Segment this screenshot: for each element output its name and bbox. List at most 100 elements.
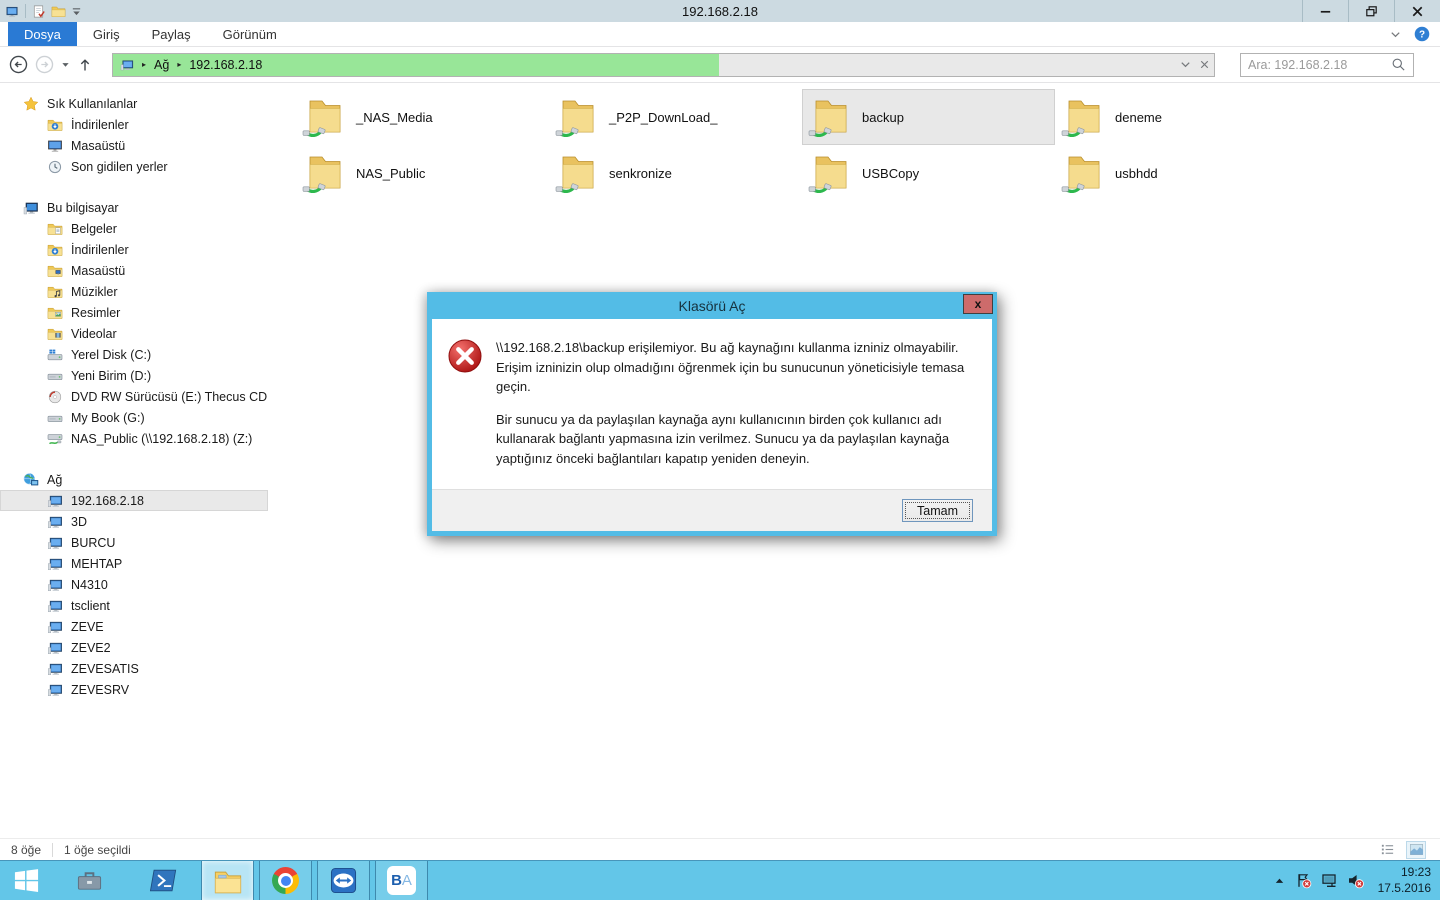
sidebar-item-burcu[interactable]: BURCU xyxy=(0,532,268,553)
ribbon-tabs: DosyaGirişPaylaşGörünüm ? xyxy=(0,22,1440,47)
sidebar-item-my-book-g[interactable]: My Book (G:) xyxy=(0,407,268,428)
expand-ribbon-icon[interactable] xyxy=(1389,28,1402,41)
thumbnails-view-button[interactable] xyxy=(1406,841,1426,859)
sidebar-item-bu-bilgisayar[interactable]: Bu bilgisayar xyxy=(0,197,268,218)
sidebar-item-zevesrv[interactable]: ZEVESRV xyxy=(0,679,268,700)
breadcrumb-item[interactable]: Ağ xyxy=(154,58,169,72)
up-button[interactable] xyxy=(77,57,93,73)
sidebar-item-resimler[interactable]: Resimler xyxy=(0,302,268,323)
sidebar-item-label: BURCU xyxy=(71,536,115,550)
sidebar-item-zevesatis[interactable]: ZEVESATIS xyxy=(0,658,268,679)
properties-icon[interactable] xyxy=(31,4,46,19)
help-icon[interactable]: ? xyxy=(1414,26,1430,42)
dialog-close-button[interactable]: x xyxy=(963,294,993,314)
ba-app-button[interactable]: BA xyxy=(375,861,428,900)
sidebar-item-nas-public-192-168-2-18-z[interactable]: NAS_Public (\\192.168.2.18) (Z:) xyxy=(0,428,268,449)
sidebar-item-son-gidilen-yerler[interactable]: Son gidilen yerler xyxy=(0,156,268,177)
search-input[interactable]: Ara: 192.168.2.18 xyxy=(1240,53,1414,77)
folder-tile-senkronize[interactable]: senkronize xyxy=(549,145,802,201)
customize-toolbar-icon[interactable] xyxy=(71,6,82,17)
network-status-icon[interactable] xyxy=(1321,872,1338,889)
folder-tile-nas-media[interactable]: _NAS_Media xyxy=(296,89,549,145)
close-button[interactable] xyxy=(1394,0,1440,22)
new-folder-icon[interactable] xyxy=(51,4,66,19)
sidebar-item-label: Masaüstü xyxy=(71,264,125,278)
desktop-folder-icon xyxy=(47,263,63,279)
breadcrumb-item[interactable]: 192.168.2.18 xyxy=(189,58,262,72)
explorer-app-icon xyxy=(5,4,20,19)
folder-tile-backup[interactable]: backup xyxy=(802,89,1055,145)
teamviewer-button[interactable] xyxy=(317,861,370,900)
sidebar-item-label: My Book (G:) xyxy=(71,411,145,425)
sidebar-item-tsclient[interactable]: tsclient xyxy=(0,595,268,616)
chrome-icon xyxy=(272,867,299,894)
sidebar-item-i-ndirilenler[interactable]: İndirilenler xyxy=(0,239,268,260)
search-icon[interactable] xyxy=(1391,57,1406,72)
tab-payla[interactable]: Paylaş xyxy=(136,22,207,46)
tab-dosya[interactable]: Dosya xyxy=(8,22,77,46)
forward-button xyxy=(35,55,54,74)
sidebar-item-dvd-rw-s-r-c-s-e-thecus-cd[interactable]: DVD RW Sürücüsü (E:) Thecus CD xyxy=(0,386,268,407)
chrome-button[interactable] xyxy=(259,861,312,900)
expand-ribbon-icon xyxy=(1389,28,1402,41)
recent-locations-dropdown-icon[interactable] xyxy=(61,60,70,69)
sidebar-item-n4310[interactable]: N4310 xyxy=(0,574,268,595)
start-button[interactable] xyxy=(3,861,49,900)
sidebar-item-3d[interactable]: 3D xyxy=(0,511,268,532)
sidebar-item-zeve2[interactable]: ZEVE2 xyxy=(0,637,268,658)
folder-tile-usbhdd[interactable]: usbhdd xyxy=(1055,145,1308,201)
sidebar-item-s-k-kullan-lanlar[interactable]: Sık Kullanılanlar xyxy=(0,93,268,114)
volume-muted-icon[interactable] xyxy=(1347,872,1364,889)
sidebar-item-label: Yerel Disk (C:) xyxy=(71,348,151,362)
tab-giri[interactable]: Giriş xyxy=(77,22,136,46)
network-status-icon xyxy=(1321,872,1338,889)
shared-folder-icon xyxy=(808,95,852,139)
restore-button[interactable] xyxy=(1348,0,1394,22)
tab-g-r-n-m[interactable]: Görünüm xyxy=(207,22,293,46)
error-dialog: Klasörü Aç x \\192.168.2.18\backup erişi… xyxy=(427,292,997,536)
desktop-monitor-icon xyxy=(47,138,63,154)
sidebar-item-label: ZEVE2 xyxy=(71,641,111,655)
folder-tile-deneme[interactable]: deneme xyxy=(1055,89,1308,145)
ok-button[interactable]: Tamam xyxy=(902,499,973,522)
breadcrumb-separator-icon: ▸ xyxy=(139,60,149,69)
minimize-button[interactable] xyxy=(1302,0,1348,22)
system-tray: 19:23 17.5.2016 xyxy=(1273,861,1440,900)
quick-access-toolbar xyxy=(0,0,82,22)
action-center-flag-icon[interactable] xyxy=(1295,872,1312,889)
sidebar-item-zeve[interactable]: ZEVE xyxy=(0,616,268,637)
folder-tile-nas-public[interactable]: NAS_Public xyxy=(296,145,549,201)
sidebar-item-192-168-2-18[interactable]: 192.168.2.18 xyxy=(0,490,268,511)
details-view-button[interactable] xyxy=(1377,841,1397,859)
forward-icon xyxy=(35,55,54,74)
stop-refresh-icon[interactable] xyxy=(1198,58,1211,71)
this-pc-icon xyxy=(23,200,39,216)
sidebar-item-label: N4310 xyxy=(71,578,108,592)
folder-name: backup xyxy=(862,110,904,125)
sidebar-item-i-ndirilenler[interactable]: İndirilenler xyxy=(0,114,268,135)
sidebar-item-label: İndirilenler xyxy=(71,243,129,257)
taskbar: BA 19:23 17.5.2016 xyxy=(0,860,1440,900)
stop-refresh-icon xyxy=(1198,58,1211,71)
sidebar-item-yerel-disk-c[interactable]: Yerel Disk (C:) xyxy=(0,344,268,365)
server-manager-button[interactable] xyxy=(66,861,112,900)
address-dropdown-icon[interactable] xyxy=(1179,58,1192,71)
help-icon: ? xyxy=(1414,26,1430,42)
sidebar-item-belgeler[interactable]: Belgeler xyxy=(0,218,268,239)
sidebar-item-videolar[interactable]: Videolar xyxy=(0,323,268,344)
sidebar-item-mehtap[interactable]: MEHTAP xyxy=(0,553,268,574)
sidebar-item-a[interactable]: Ağ xyxy=(0,469,268,490)
file-explorer-button[interactable] xyxy=(201,861,254,900)
powershell-button[interactable] xyxy=(140,861,186,900)
show-hidden-icons-button[interactable] xyxy=(1273,874,1286,887)
folder-tile-p2p-download[interactable]: _P2P_DownLoad_ xyxy=(549,89,802,145)
taskbar-clock[interactable]: 19:23 17.5.2016 xyxy=(1373,865,1431,896)
address-bar[interactable]: ▸Ağ▸192.168.2.18 xyxy=(112,53,1215,77)
sidebar-item-masa-st[interactable]: Masaüstü xyxy=(0,135,268,156)
sidebar-item-yeni-birim-d[interactable]: Yeni Birim (D:) xyxy=(0,365,268,386)
folder-tile-usbcopy[interactable]: USBCopy xyxy=(802,145,1055,201)
sidebar-item-masa-st[interactable]: Masaüstü xyxy=(0,260,268,281)
up-icon xyxy=(77,57,93,73)
back-button[interactable] xyxy=(9,55,28,74)
sidebar-item-m-zikler[interactable]: Müzikler xyxy=(0,281,268,302)
